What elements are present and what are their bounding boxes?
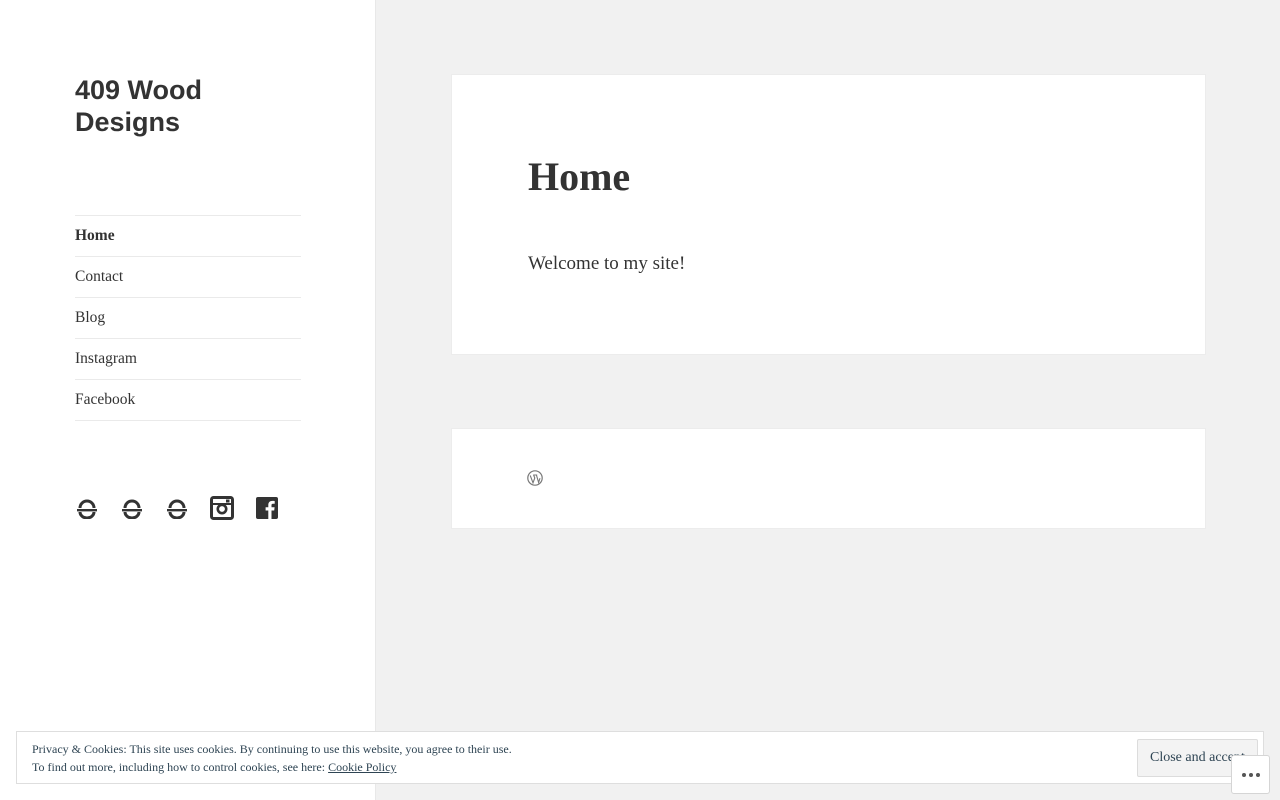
more-options-button[interactable] <box>1231 755 1270 794</box>
instagram-icon[interactable] <box>210 495 234 521</box>
nav-item-facebook[interactable]: Facebook <box>75 380 301 421</box>
sidebar: 409 Wood Designs Home Contact Blog Insta… <box>0 0 376 800</box>
cookie-banner: Privacy & Cookies: This site uses cookie… <box>16 731 1264 784</box>
cookie-notice-line2-prefix: To find out more, including how to contr… <box>32 760 329 774</box>
wordpress-icon[interactable] <box>527 470 543 486</box>
ellipsis-icon <box>1241 772 1246 777</box>
cookie-notice-text: Privacy & Cookies: This site uses cookie… <box>32 740 512 776</box>
ellipsis-icon <box>1248 772 1253 777</box>
nav-item-blog[interactable]: Blog <box>75 298 301 339</box>
page-article: Home Welcome to my site! <box>451 74 1206 355</box>
cookie-notice-line1: Privacy & Cookies: This site uses cookie… <box>32 742 512 756</box>
main-navigation: Home Contact Blog Instagram Facebook <box>75 215 301 421</box>
facebook-icon[interactable] <box>255 495 279 521</box>
nav-item-contact[interactable]: Contact <box>75 257 301 298</box>
ellipsis-icon <box>1255 772 1260 777</box>
cookie-notice-line2: To find out more, including how to contr… <box>32 758 512 776</box>
nav-item-instagram[interactable]: Instagram <box>75 339 301 380</box>
nav-item-home[interactable]: Home <box>75 216 301 257</box>
page-title: Home <box>528 154 631 199</box>
link-icon[interactable] <box>75 495 99 521</box>
page-body-text: Welcome to my site! <box>528 253 686 274</box>
site-footer <box>451 428 1206 529</box>
link-icon[interactable] <box>120 495 144 521</box>
social-links <box>75 495 279 521</box>
cookie-policy-link[interactable]: Cookie Policy <box>328 760 396 774</box>
site-title[interactable]: 409 Wood Designs <box>75 74 305 138</box>
link-icon[interactable] <box>165 495 189 521</box>
